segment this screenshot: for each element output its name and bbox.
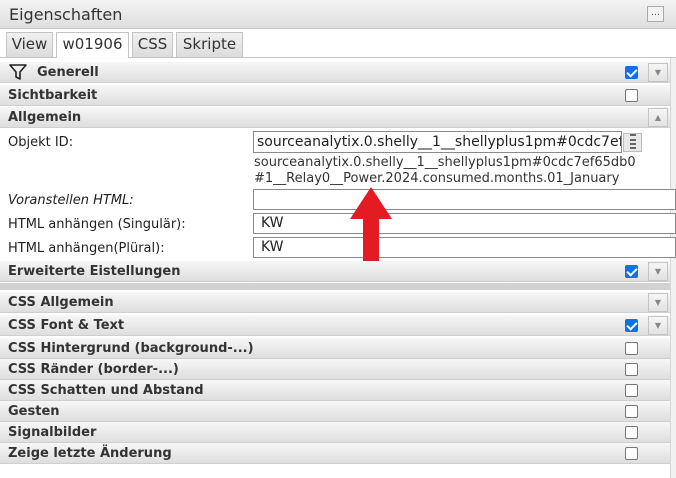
objekt-id-select-button[interactable] [623, 133, 642, 152]
group-signalbilder[interactable]: Signalbilder [0, 422, 670, 443]
group-css-font-text[interactable]: CSS Font & Text ▼ [0, 315, 670, 336]
voranstellen-html-label: Voranstellen HTML: [8, 193, 134, 208]
panel-titlebar: Eigenschaften … [0, 0, 676, 29]
section-divider [0, 283, 670, 290]
group-letzte-aenderung[interactable]: Zeige letzte Änderung [0, 443, 670, 464]
tab-widget-id[interactable]: w01906 [56, 32, 129, 58]
group-allgemein[interactable]: Allgemein ▲ [0, 107, 670, 128]
group-css-schatten-label: CSS Schatten und Abstand [8, 383, 204, 398]
html-anhaengen-plural-label: HTML anhängen(Plüral): [8, 241, 165, 256]
group-css-raender-checkbox[interactable] [625, 363, 638, 376]
group-css-schatten[interactable]: CSS Schatten und Abstand [0, 380, 670, 401]
html-anhaengen-singular-input[interactable]: KW [253, 213, 676, 234]
group-gesten-label: Gesten [8, 404, 60, 419]
group-gesten[interactable]: Gesten [0, 401, 670, 422]
group-css-raender-label: CSS Ränder (border-...) [8, 362, 179, 377]
group-erweiterte-einstellungen[interactable]: Erweiterte Eistellungen ▼ [0, 261, 670, 282]
objekt-id-full-line-1: sourceanalytix.0.shelly__1__shellyplus1p… [254, 155, 636, 170]
panel-title: Eigenschaften [9, 5, 123, 24]
group-sichtbarkeit[interactable]: Sichtbarkeit [0, 85, 670, 106]
objekt-id-label: Objekt ID: [8, 135, 74, 150]
tab-view[interactable]: View [6, 32, 53, 57]
group-sichtbarkeit-checkbox[interactable] [625, 89, 638, 102]
group-css-font-label: CSS Font & Text [8, 318, 125, 333]
html-anhaengen-plural-input[interactable]: KW [253, 237, 676, 258]
group-css-hintergrund-label: CSS Hintergrund (background-...) [8, 341, 254, 356]
objekt-id-full-line-2: #1__Relay0__Power.2024.consumed.months.0… [254, 171, 620, 186]
group-css-schatten-checkbox[interactable] [625, 384, 638, 397]
tab-css[interactable]: CSS [132, 32, 173, 57]
tab-skripte[interactable]: Skripte [176, 32, 243, 57]
panel-menu-button[interactable]: … [647, 6, 664, 22]
group-erweiterte-toggle[interactable]: ▼ [648, 262, 668, 281]
group-generell-label: Generell [37, 65, 99, 80]
filter-icon [9, 64, 27, 80]
group-erweiterte-checkbox[interactable] [625, 265, 638, 278]
group-css-allgemein-toggle[interactable]: ▼ [648, 293, 668, 312]
group-sichtbarkeit-label: Sichtbarkeit [8, 88, 98, 103]
objekt-id-input[interactable]: sourceanalytix.0.shelly__1__shellyplus1p… [253, 131, 622, 153]
group-css-allgemein-label: CSS Allgemein [8, 295, 114, 310]
group-signalbilder-label: Signalbilder [8, 425, 97, 440]
group-css-hintergrund-checkbox[interactable] [625, 342, 638, 355]
group-css-allgemein[interactable]: CSS Allgemein ▼ [0, 292, 670, 313]
group-generell-toggle[interactable]: ▼ [648, 63, 668, 82]
group-css-font-toggle[interactable]: ▼ [648, 316, 668, 335]
group-css-hintergrund[interactable]: CSS Hintergrund (background-...) [0, 338, 670, 359]
group-signalbilder-checkbox[interactable] [625, 426, 638, 439]
scrollbar-edge[interactable] [670, 58, 676, 478]
group-allgemein-label: Allgemein [8, 110, 82, 125]
group-allgemein-toggle[interactable]: ▲ [648, 108, 668, 127]
group-generell[interactable]: Generell ▼ [0, 62, 670, 83]
voranstellen-html-input[interactable] [253, 189, 676, 210]
group-letzte-aenderung-label: Zeige letzte Änderung [8, 446, 172, 461]
group-css-font-checkbox[interactable] [625, 319, 638, 332]
group-letzte-aenderung-checkbox[interactable] [625, 447, 638, 460]
group-erweiterte-label: Erweiterte Eistellungen [8, 264, 181, 279]
html-anhaengen-singular-label: HTML anhängen (Singulär): [8, 217, 186, 232]
objekt-id-full-path: sourceanalytix.0.shelly__1__shellyplus1p… [254, 155, 664, 187]
group-css-raender[interactable]: CSS Ränder (border-...) [0, 359, 670, 380]
group-gesten-checkbox[interactable] [625, 405, 638, 418]
group-generell-checkbox[interactable] [625, 66, 638, 79]
tab-bar: View w01906 CSS Skripte [0, 29, 676, 58]
red-arrow-up-icon [350, 187, 392, 269]
